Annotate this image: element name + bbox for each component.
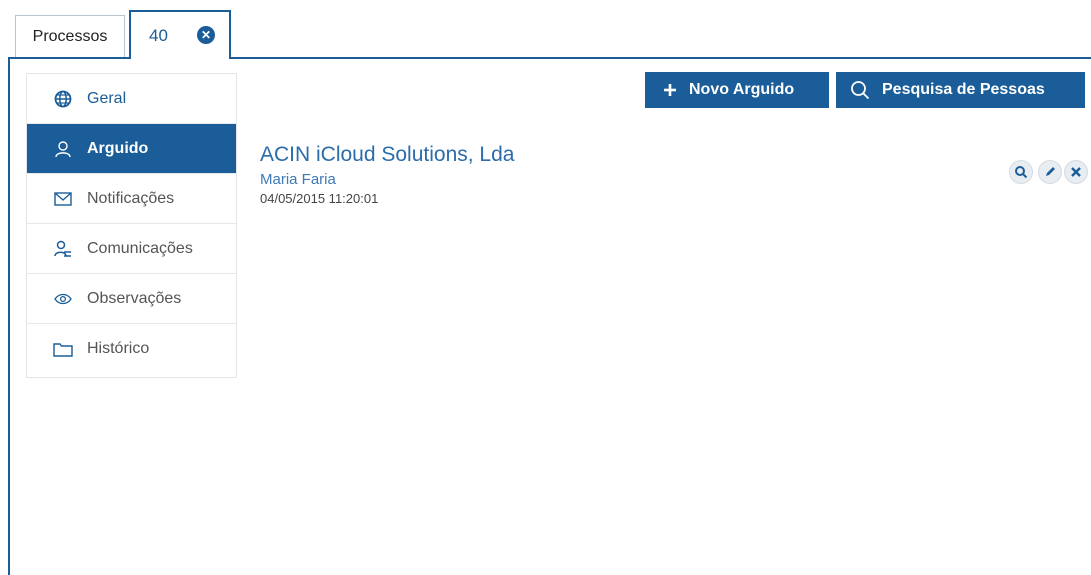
sidebar-item-geral[interactable]: Geral: [27, 74, 236, 124]
folder-icon: [53, 339, 73, 359]
eye-icon: [53, 289, 73, 309]
novo-arguido-label: Novo Arguido: [689, 81, 795, 98]
pesquisa-pessoas-button[interactable]: Pesquisa de Pessoas: [836, 72, 1085, 108]
record-title[interactable]: ACIN iCloud Solutions, Lda: [260, 143, 514, 167]
close-icon: [1069, 165, 1083, 179]
record-datetime: 04/05/2015 11:20:01: [260, 191, 379, 206]
sidebar-item-label: Observações: [87, 289, 182, 307]
sidebar-item-label: Geral: [87, 89, 127, 107]
sidebar-item-notificacoes[interactable]: Notificações: [27, 174, 236, 224]
sidebar-item-label: Arguido: [87, 139, 149, 157]
sidebar-item-historico[interactable]: Histórico: [27, 324, 236, 374]
sidebar: Geral Arguido Notificações Comunicações …: [26, 73, 237, 378]
delete-record-button[interactable]: [1064, 160, 1088, 184]
view-record-button[interactable]: [1009, 160, 1033, 184]
novo-arguido-button[interactable]: Novo Arguido: [645, 72, 829, 108]
pesquisa-pessoas-label: Pesquisa de Pessoas: [882, 81, 1045, 98]
globe-icon: [53, 89, 73, 109]
edit-record-button[interactable]: [1038, 160, 1062, 184]
tab-bar: Processos 40 ✕: [0, 0, 1091, 59]
sidebar-item-label: Histórico: [87, 340, 150, 357]
sidebar-item-observacoes[interactable]: Observações: [27, 274, 236, 324]
sidebar-item-comunicacoes[interactable]: Comunicações: [27, 224, 236, 274]
magnifier-icon: [1014, 165, 1028, 179]
mail-icon: [53, 189, 73, 209]
close-tab-icon[interactable]: ✕: [197, 26, 215, 44]
people-icon: [53, 239, 73, 259]
tab-processos-label: Processos: [32, 27, 108, 45]
tab-processos[interactable]: Processos: [15, 15, 125, 57]
sidebar-item-arguido[interactable]: Arguido: [27, 124, 236, 174]
tab-process-number: 40: [149, 25, 168, 45]
sidebar-item-label: Notificações: [87, 189, 175, 207]
record-person: Maria Faria: [260, 171, 336, 188]
plus-icon: [663, 83, 677, 97]
sidebar-item-label: Comunicações: [87, 239, 193, 257]
search-icon: [850, 80, 870, 100]
pencil-icon: [1043, 165, 1057, 179]
tab-process-40[interactable]: 40 ✕: [129, 10, 231, 59]
user-icon: [53, 139, 73, 159]
